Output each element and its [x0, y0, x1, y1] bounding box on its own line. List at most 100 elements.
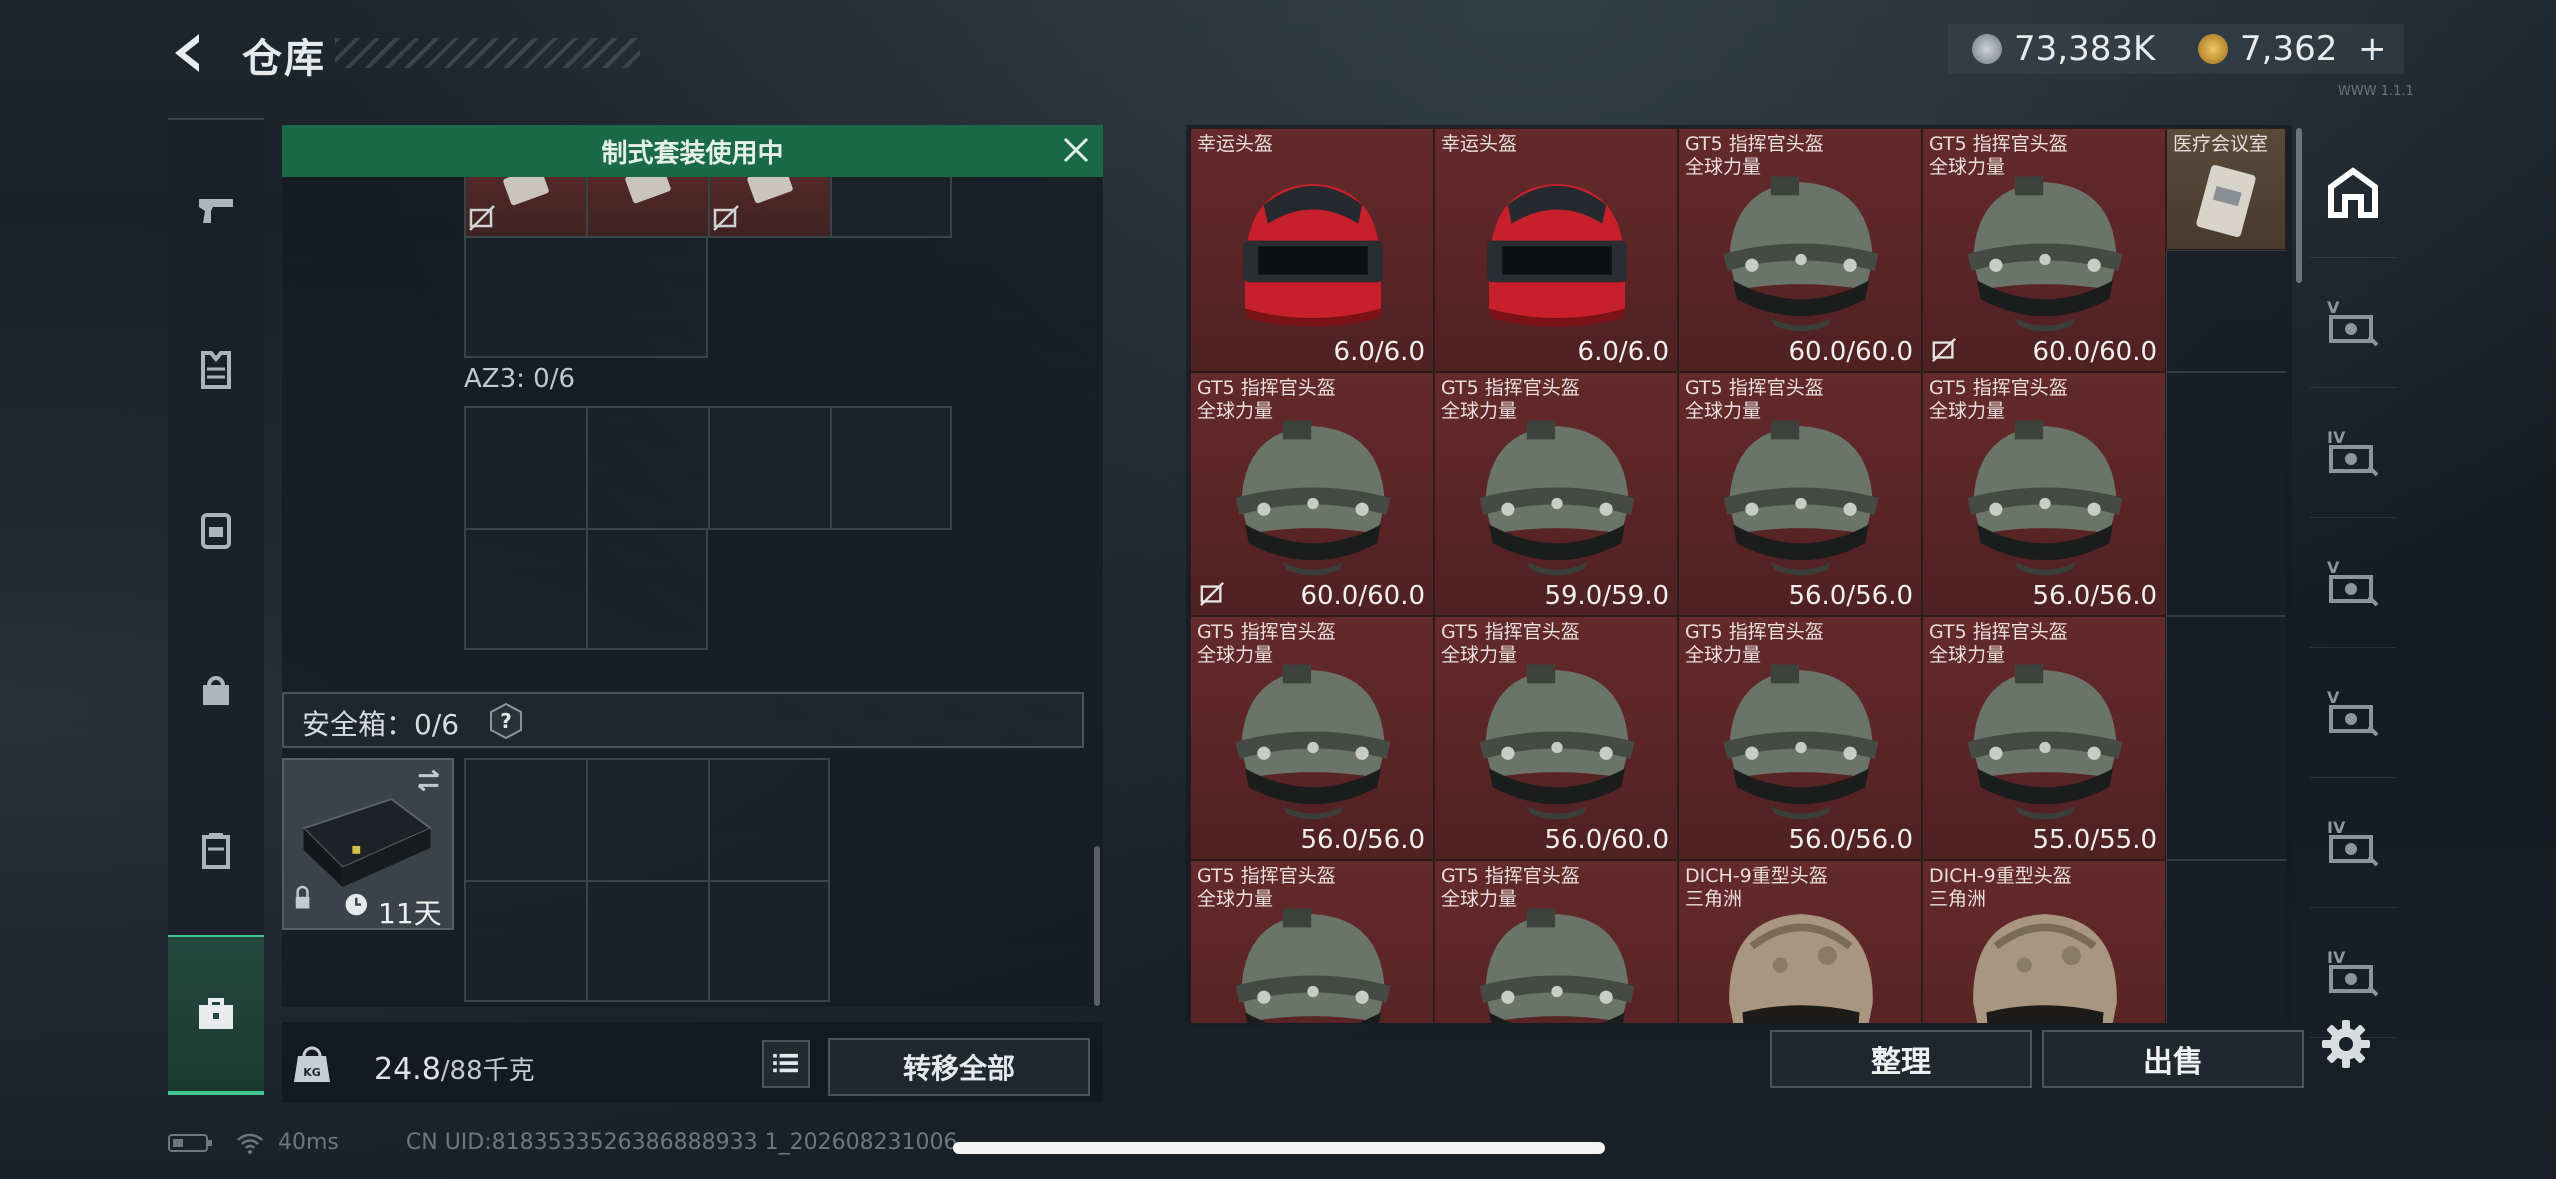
storage-item-keycard[interactable]: 医疗会议室: [2166, 128, 2286, 250]
keycard-iv-icon: IV: [2327, 818, 2379, 866]
storage-item[interactable]: GT5 指挥官头盔 全球力量 59.0/59.0: [1434, 372, 1678, 616]
green-helmet-icon: [1235, 664, 1391, 820]
backpack-icon: [201, 513, 231, 549]
item-name: GT5 指挥官头盔 全球力量: [1197, 377, 1336, 422]
status-bar: 40ms CN UID:8183533526386888933 1_202608…: [168, 1130, 958, 1155]
storage-item[interactable]: GT5 指挥官头盔 全球力量 55.0/55.0: [1922, 616, 2166, 860]
item-name: GT5 指挥官头盔 全球力量: [1929, 621, 2068, 666]
az3-slot[interactable]: [586, 406, 710, 530]
help-icon[interactable]: ?: [489, 702, 523, 740]
item-name: GT5 指挥官头盔 全球力量: [1685, 377, 1824, 422]
az3-slot[interactable]: [464, 528, 588, 650]
no-insurance-icon: [713, 205, 739, 231]
back-arrow-icon[interactable]: [165, 28, 215, 78]
az3-slot[interactable]: [830, 406, 952, 530]
title-decoration: [335, 38, 640, 68]
weight-readout: 24.8/88千克: [374, 1050, 535, 1087]
az3-slot[interactable]: [464, 406, 588, 530]
item-name: GT5 指挥官头盔 全球力量: [1441, 621, 1580, 666]
empty-storage-slot[interactable]: [2166, 250, 2286, 372]
storage-item[interactable]: 幸运头盔 6.0/6.0: [1190, 128, 1434, 372]
safe-box-header: 安全箱：0/6 ?: [282, 692, 1084, 748]
safe-slot[interactable]: [586, 758, 710, 882]
silver-coin-icon: [1972, 34, 2002, 64]
storage-scrollbar[interactable]: [2296, 128, 2302, 283]
storage-item[interactable]: GT5 指挥官头盔 全球力量 56.0/56.0: [1190, 616, 1434, 860]
safe-slot[interactable]: [464, 758, 588, 882]
storage-grid: 幸运头盔 6.0/6.0 幸运头盔 6.0/6.0 GT5 指挥官头盔 全球力量 …: [1190, 128, 2286, 1023]
item-durability: 56.0/56.0: [1788, 825, 1913, 855]
list-view-button[interactable]: [762, 1040, 810, 1088]
left-panel-scrollbar[interactable]: [1094, 846, 1100, 1006]
safe-slot[interactable]: [708, 880, 830, 1002]
svg-text:IV: IV: [2327, 818, 2346, 837]
safe-slot[interactable]: [586, 880, 710, 1002]
preset-in-use-banner: 制式套装使用中: [282, 125, 1103, 177]
keycard-v-icon: V: [2327, 558, 2379, 606]
nav-case[interactable]: [168, 790, 264, 910]
empty-storage-slot[interactable]: [2166, 372, 2286, 616]
list-icon: [773, 1053, 798, 1073]
banner-text: 制式套装使用中: [601, 138, 784, 169]
gear-icon[interactable]: [2316, 1014, 2376, 1074]
storage-item[interactable]: GT5 指挥官头盔 全球力量 56.0/56.0: [1922, 372, 2166, 616]
nav-bag[interactable]: [168, 630, 264, 750]
storage-tab[interactable]: IV: [2310, 388, 2396, 518]
gold-amount: 7,362: [2240, 29, 2338, 69]
storage-item[interactable]: DICH-9重型头盔 三角洲: [1678, 860, 1922, 1023]
storage-tab[interactable]: IV: [2310, 778, 2396, 908]
storage-tab[interactable]: V: [2310, 258, 2396, 388]
nav-weapon[interactable]: [168, 150, 264, 270]
sort-button[interactable]: 整理: [1770, 1030, 2032, 1088]
close-icon[interactable]: [1059, 133, 1093, 167]
safe-slot[interactable]: [708, 758, 830, 882]
home-indicator[interactable]: [953, 1142, 1605, 1154]
empty-storage-slot[interactable]: [2166, 616, 2286, 860]
svg-text:V: V: [2327, 298, 2340, 317]
green-helmet-icon: [1479, 908, 1635, 1023]
item-name: GT5 指挥官头盔 全球力量: [1197, 621, 1336, 666]
green-helmet-icon: [1723, 664, 1879, 820]
add-currency-button[interactable]: +: [2358, 29, 2387, 69]
storage-tab[interactable]: V: [2310, 518, 2396, 648]
storage-tab[interactable]: V: [2310, 648, 2396, 778]
storage-item[interactable]: GT5 指挥官头盔 全球力量 60.0/60.0: [1678, 128, 1922, 372]
az3-slot[interactable]: [708, 406, 832, 530]
storage-item[interactable]: GT5 指挥官头盔 全球力量: [1190, 860, 1434, 1023]
item-name: GT5 指挥官头盔 全球力量: [1441, 865, 1580, 910]
storage-item[interactable]: GT5 指挥官头盔 全球力量 56.0/60.0: [1434, 616, 1678, 860]
safe-slot[interactable]: [464, 880, 588, 1002]
item-name: DICH-9重型头盔 三角洲: [1685, 865, 1828, 910]
toolbox-icon: [199, 998, 233, 1029]
item-durability: 56.0/56.0: [2032, 581, 2157, 611]
storage-item[interactable]: DICH-9重型头盔 三角洲: [1922, 860, 2166, 1023]
container-slot[interactable]: [464, 236, 708, 358]
nav-toolbox[interactable]: [168, 935, 264, 1095]
sell-button[interactable]: 出售: [2042, 1030, 2304, 1088]
storage-item[interactable]: 幸运头盔 6.0/6.0: [1434, 128, 1678, 372]
weight-kg-icon: KG: [294, 1046, 330, 1082]
page-title: 仓库: [242, 36, 326, 82]
az3-capacity-label: AZ3: 0/6: [464, 364, 576, 394]
battery-icon: [168, 1134, 212, 1152]
storage-item[interactable]: GT5 指挥官头盔 全球力量 56.0/56.0: [1678, 372, 1922, 616]
home-base-icon: [2328, 166, 2378, 218]
storage-item[interactable]: GT5 指挥官头盔 全球力量 56.0/56.0: [1678, 616, 1922, 860]
green-helmet-icon: [1967, 176, 2123, 332]
item-durability: 60.0/60.0: [1300, 581, 1425, 611]
nav-armor[interactable]: [168, 310, 264, 430]
keycard-iv-icon: IV: [2327, 428, 2379, 476]
safe-box-item[interactable]: 11天: [282, 758, 454, 930]
storage-item[interactable]: GT5 指挥官头盔 全球力量: [1434, 860, 1678, 1023]
storage-item[interactable]: GT5 指挥官头盔 全球力量 60.0/60.0: [1922, 128, 2166, 372]
keycard-iv-icon: IV: [2327, 948, 2379, 996]
item-durability: 56.0/56.0: [1788, 581, 1913, 611]
nav-backpack[interactable]: [168, 470, 264, 590]
storage-item[interactable]: GT5 指挥官头盔 全球力量 60.0/60.0: [1190, 372, 1434, 616]
keycard-v-icon: V: [2327, 688, 2379, 736]
transfer-all-button[interactable]: 转移全部: [828, 1038, 1090, 1096]
storage-tab[interactable]: [2310, 128, 2396, 258]
empty-storage-slot[interactable]: [2166, 860, 2286, 1023]
item-name: GT5 指挥官头盔 全球力量: [1929, 377, 2068, 422]
az3-slot[interactable]: [586, 528, 708, 650]
